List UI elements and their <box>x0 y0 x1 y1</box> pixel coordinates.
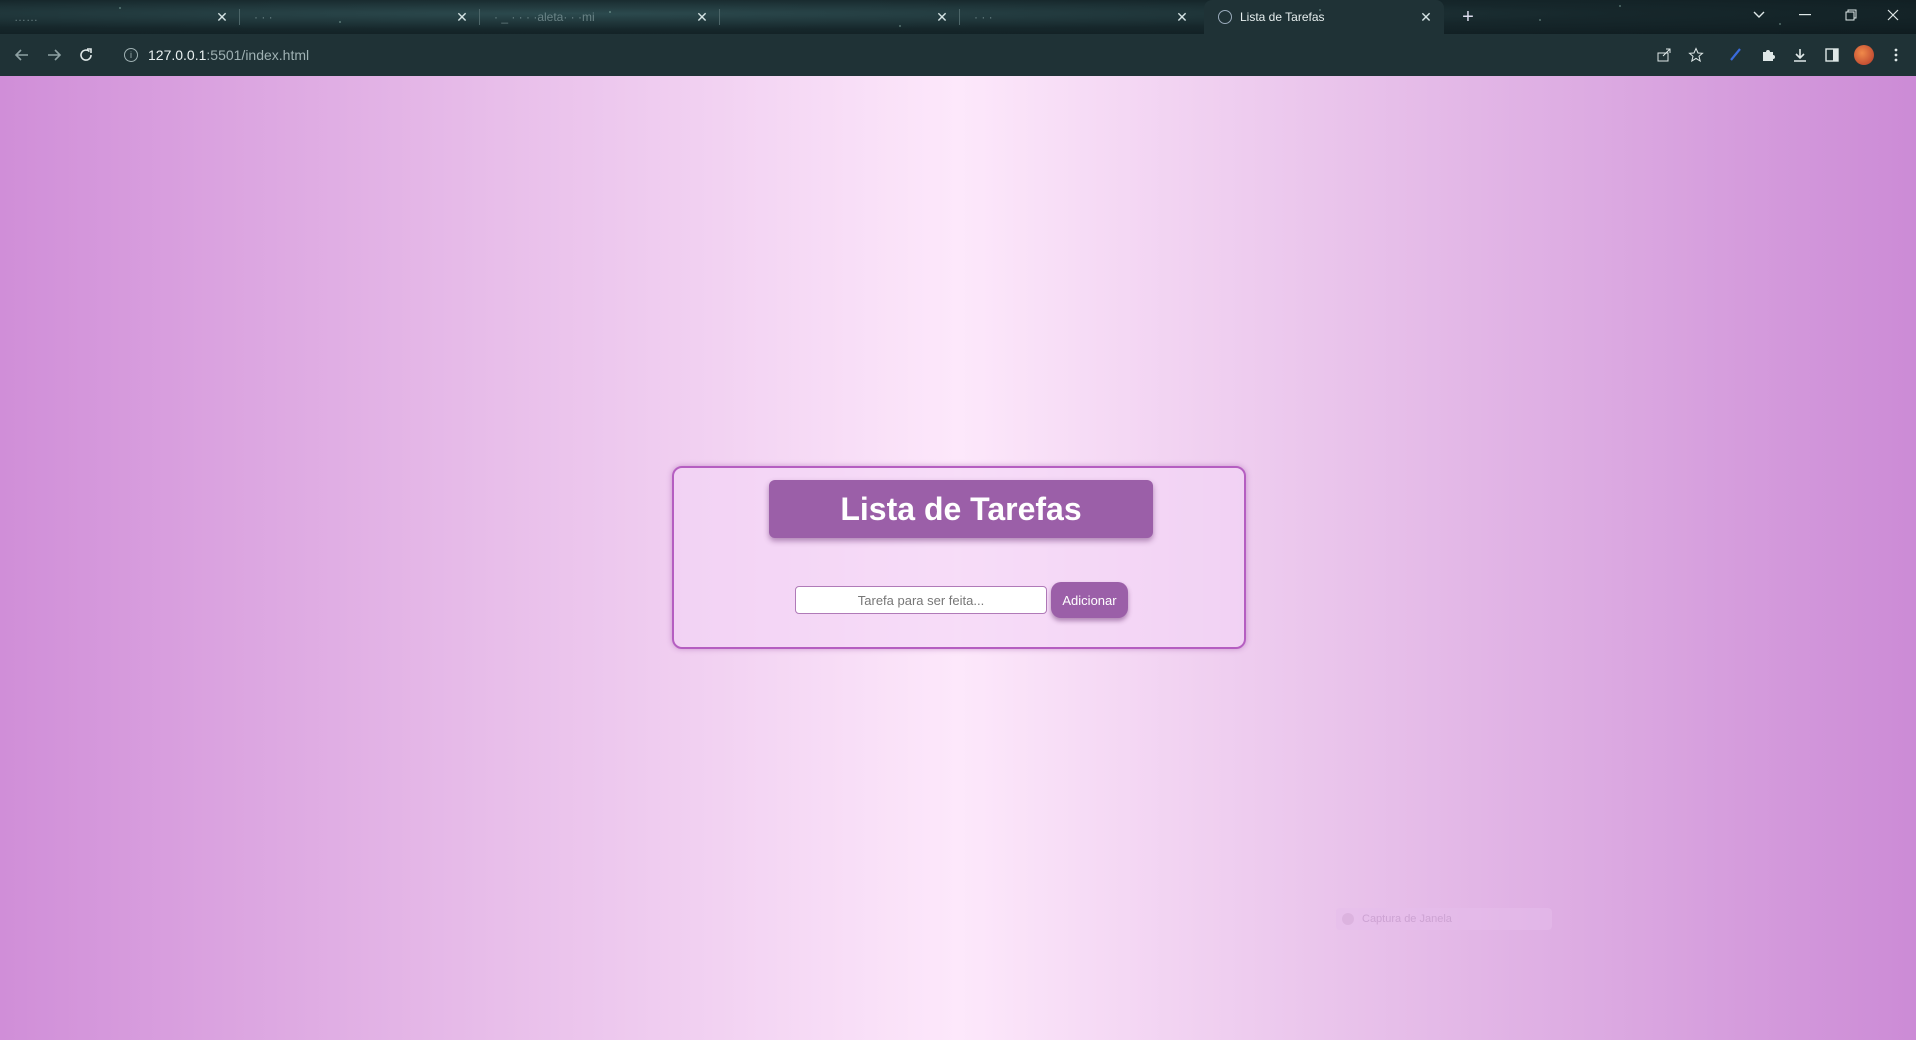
site-info-icon[interactable]: i <box>124 48 138 62</box>
profile-avatar[interactable] <box>1848 39 1880 71</box>
back-icon[interactable] <box>6 39 38 71</box>
tab-close-icon[interactable]: ✕ <box>1174 9 1190 25</box>
tab-title: · _ · · · ·aleta· · ·mi <box>494 10 595 24</box>
share-icon[interactable] <box>1648 39 1680 71</box>
page-viewport: Lista de Tarefas Adicionar Captura de Ja… <box>0 76 1916 1040</box>
new-tab-button[interactable]: + <box>1456 5 1480 29</box>
add-task-button[interactable]: Adicionar <box>1051 582 1128 618</box>
address-path: :5501/index.html <box>206 47 310 63</box>
browser-tab-strip: …… ✕ · · · ✕ · _ · · · ·aleta· · ·mi ✕ ✕… <box>0 0 1916 34</box>
menu-icon[interactable] <box>1880 39 1912 71</box>
restore-icon[interactable] <box>1828 0 1874 30</box>
pen-icon[interactable] <box>1720 39 1752 71</box>
tab-title: · · · <box>974 10 993 24</box>
globe-icon <box>1218 10 1232 24</box>
capture-icon <box>1342 913 1354 925</box>
tab-close-icon[interactable]: ✕ <box>1418 9 1434 25</box>
page-title: Lista de Tarefas <box>769 480 1153 538</box>
address-bar[interactable]: i 127.0.0.1:5501/index.html <box>112 39 1622 71</box>
chevron-down-icon[interactable] <box>1736 0 1782 30</box>
star-icon[interactable] <box>1680 39 1712 71</box>
avatar <box>1854 45 1874 65</box>
tab-close-icon[interactable]: ✕ <box>694 9 710 25</box>
browser-tab[interactable]: · · · ✕ <box>240 0 480 34</box>
forward-icon[interactable] <box>38 39 70 71</box>
tab-close-icon[interactable]: ✕ <box>934 9 950 25</box>
capture-toast: Captura de Janela <box>1336 908 1552 930</box>
todo-card: Lista de Tarefas Adicionar <box>672 466 1246 649</box>
tab-close-icon[interactable]: ✕ <box>214 9 230 25</box>
toolbar-icons <box>1648 34 1916 76</box>
download-icon[interactable] <box>1784 39 1816 71</box>
tab-title: · · · <box>254 10 273 24</box>
tab-close-icon[interactable]: ✕ <box>454 9 470 25</box>
capture-toast-label: Captura de Janela <box>1362 913 1452 925</box>
browser-toolbar: i 127.0.0.1:5501/index.html <box>0 34 1916 76</box>
browser-tab[interactable]: · _ · · · ·aleta· · ·mi ✕ <box>480 0 720 34</box>
sidebar-icon[interactable] <box>1816 39 1848 71</box>
browser-tab[interactable]: …… ✕ <box>0 0 240 34</box>
browser-tab[interactable]: ✕ <box>720 0 960 34</box>
address-host: 127.0.0.1 <box>148 47 207 63</box>
tab-title: Lista de Tarefas <box>1240 10 1325 24</box>
minimize-icon[interactable] <box>1782 0 1828 30</box>
extensions-icon[interactable] <box>1752 39 1784 71</box>
close-icon[interactable] <box>1870 0 1916 30</box>
tab-title: …… <box>14 10 38 24</box>
browser-tab-active[interactable]: Lista de Tarefas ✕ <box>1204 0 1444 34</box>
browser-tab[interactable]: · · · ✕ <box>960 0 1200 34</box>
reload-icon[interactable] <box>70 39 102 71</box>
task-input[interactable] <box>795 586 1047 614</box>
